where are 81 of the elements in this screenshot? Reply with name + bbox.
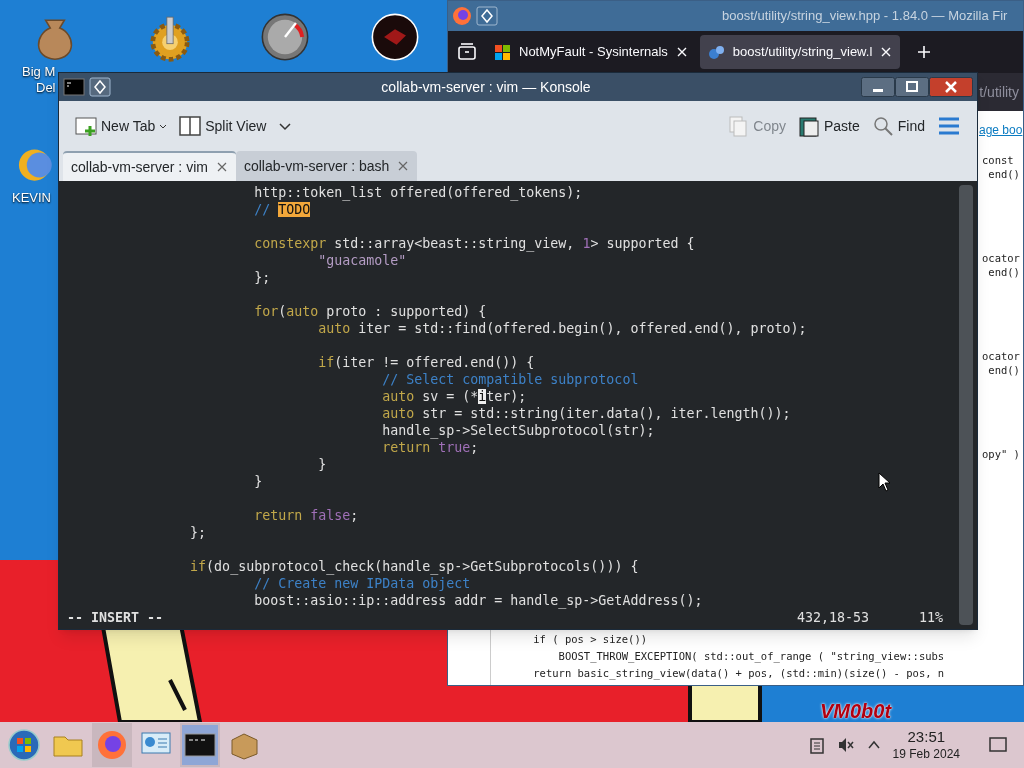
code-line: boost::asio::ip::address addr = handle_sp->GetAddress();	[253, 592, 703, 609]
scrollbar[interactable]	[959, 185, 973, 625]
split-button[interactable]: Split View	[179, 115, 267, 137]
window-title: boost/utility/string_view.hpp - 1.84.0 — Mozilla Fir	[722, 7, 1008, 26]
code-line: if ( pos > size())	[532, 632, 649, 647]
code-line: constexpr std::array<beast::string_view, 1> supported {	[253, 235, 695, 252]
clock-time: 23:51	[907, 728, 946, 747]
scroll-percent: 11%	[918, 609, 943, 626]
code-line: if(do_subprotocol_check(handle_sp->GetSubprotocols())) {	[189, 558, 639, 575]
code-line: "guacamole"	[317, 252, 407, 269]
code-line: BOOST_THROW_EXCEPTION( std::out_of_range ( "string_view::subs	[557, 649, 945, 665]
wallpaper-text: VM0b0t	[820, 700, 892, 722]
search-icon	[871, 115, 894, 137]
start-button[interactable]	[7, 728, 41, 762]
code-line: for(auto proto : supported) {	[253, 303, 487, 320]
url-text[interactable]: t/utility	[979, 81, 1019, 103]
code-line: return basic_string_view(data() + pos, (std::min)(size() - pos, n	[532, 666, 945, 682]
close-icon[interactable]	[675, 46, 688, 58]
code-text: end()	[987, 363, 1020, 377]
copy-icon	[727, 115, 750, 137]
code-text: ocator	[982, 251, 1020, 265]
code-text: end()	[987, 167, 1020, 181]
code-line: auto iter = std::find(offered.begin(), offered.end(), proto);	[317, 320, 807, 337]
clipboard-icon[interactable]	[808, 736, 825, 754]
firefox-icon[interactable]	[95, 728, 129, 762]
code-line: // Create new IPData object	[253, 575, 471, 592]
mouse-pointer-icon	[878, 472, 892, 492]
close-icon[interactable]	[880, 46, 893, 58]
code-text: end()	[987, 265, 1020, 279]
code-line: return true;	[381, 439, 479, 456]
windows-logo-icon	[494, 43, 511, 61]
window-title: collab-vm-server : vim — Konsole	[380, 77, 592, 97]
pin-icon[interactable]	[89, 77, 111, 97]
icon-label: KEVIN	[12, 190, 51, 206]
browser-tab[interactable]: boost/utility/string_view.l	[699, 35, 901, 69]
icon-label: Big M	[22, 64, 56, 80]
code-line: if(iter != offered.end()) {	[317, 354, 535, 371]
paste-icon	[797, 115, 820, 137]
minimize-icon[interactable]	[861, 77, 895, 97]
gauge-icon[interactable]	[260, 12, 310, 62]
disc-icon[interactable]	[370, 12, 420, 62]
paste-button[interactable]: Paste	[797, 115, 860, 137]
clock-date: 19 Feb 2024	[892, 746, 960, 762]
terminal-icon	[63, 77, 85, 97]
cursor-position: 432,18-53	[796, 609, 869, 626]
page-icon	[707, 43, 725, 61]
code-line: };	[189, 524, 207, 541]
chevron-down-icon[interactable]	[278, 120, 293, 132]
code-line: }	[253, 473, 263, 490]
firefox-icon	[452, 6, 472, 26]
terminal-tab[interactable]: collab-vm-server : vim	[63, 151, 236, 181]
muted-speaker-icon[interactable]	[836, 736, 855, 754]
code-line: // Select compatible subprotocol	[381, 371, 639, 388]
split-view-icon	[179, 115, 202, 137]
new-tab-icon	[75, 115, 97, 137]
code-line: handle_sp->SelectSubprotocol(str);	[381, 422, 655, 439]
icon-label: Del	[36, 80, 56, 96]
tab-overview-icon[interactable]	[456, 41, 478, 63]
code-line: auto sv = (*iter);	[381, 388, 527, 405]
clock[interactable]: 23:51 19 Feb 2024	[892, 728, 960, 762]
code-line: };	[253, 269, 271, 286]
code-line: http::token_list offered(offered_tokens);	[253, 184, 583, 201]
find-button[interactable]: Find	[871, 115, 925, 137]
code-line: }	[317, 456, 327, 473]
caret-icon	[159, 123, 168, 129]
browser-tab[interactable]: NotMyFault - Sysinternals	[486, 35, 696, 69]
pin-icon	[476, 6, 498, 26]
page-link[interactable]: age boo	[979, 121, 1023, 139]
code-text: const	[982, 153, 1015, 167]
code-line: return false;	[253, 507, 359, 524]
new-tab-button[interactable]: New Tab	[75, 115, 168, 137]
show-desktop-icon[interactable]	[988, 736, 1008, 754]
close-icon[interactable]	[929, 77, 973, 97]
code-text: opy" )	[982, 447, 1020, 461]
terminal-tab[interactable]: collab-vm-server : bash	[235, 151, 418, 181]
maximize-icon[interactable]	[895, 77, 929, 97]
code-text: ocator	[982, 349, 1020, 363]
code-line: // TODO	[253, 201, 311, 218]
code-line: auto str = std::string(iter.data(), iter.length());	[381, 405, 791, 422]
vim-mode: -- INSERT --	[67, 609, 164, 626]
new-tab-icon[interactable]	[916, 44, 933, 60]
